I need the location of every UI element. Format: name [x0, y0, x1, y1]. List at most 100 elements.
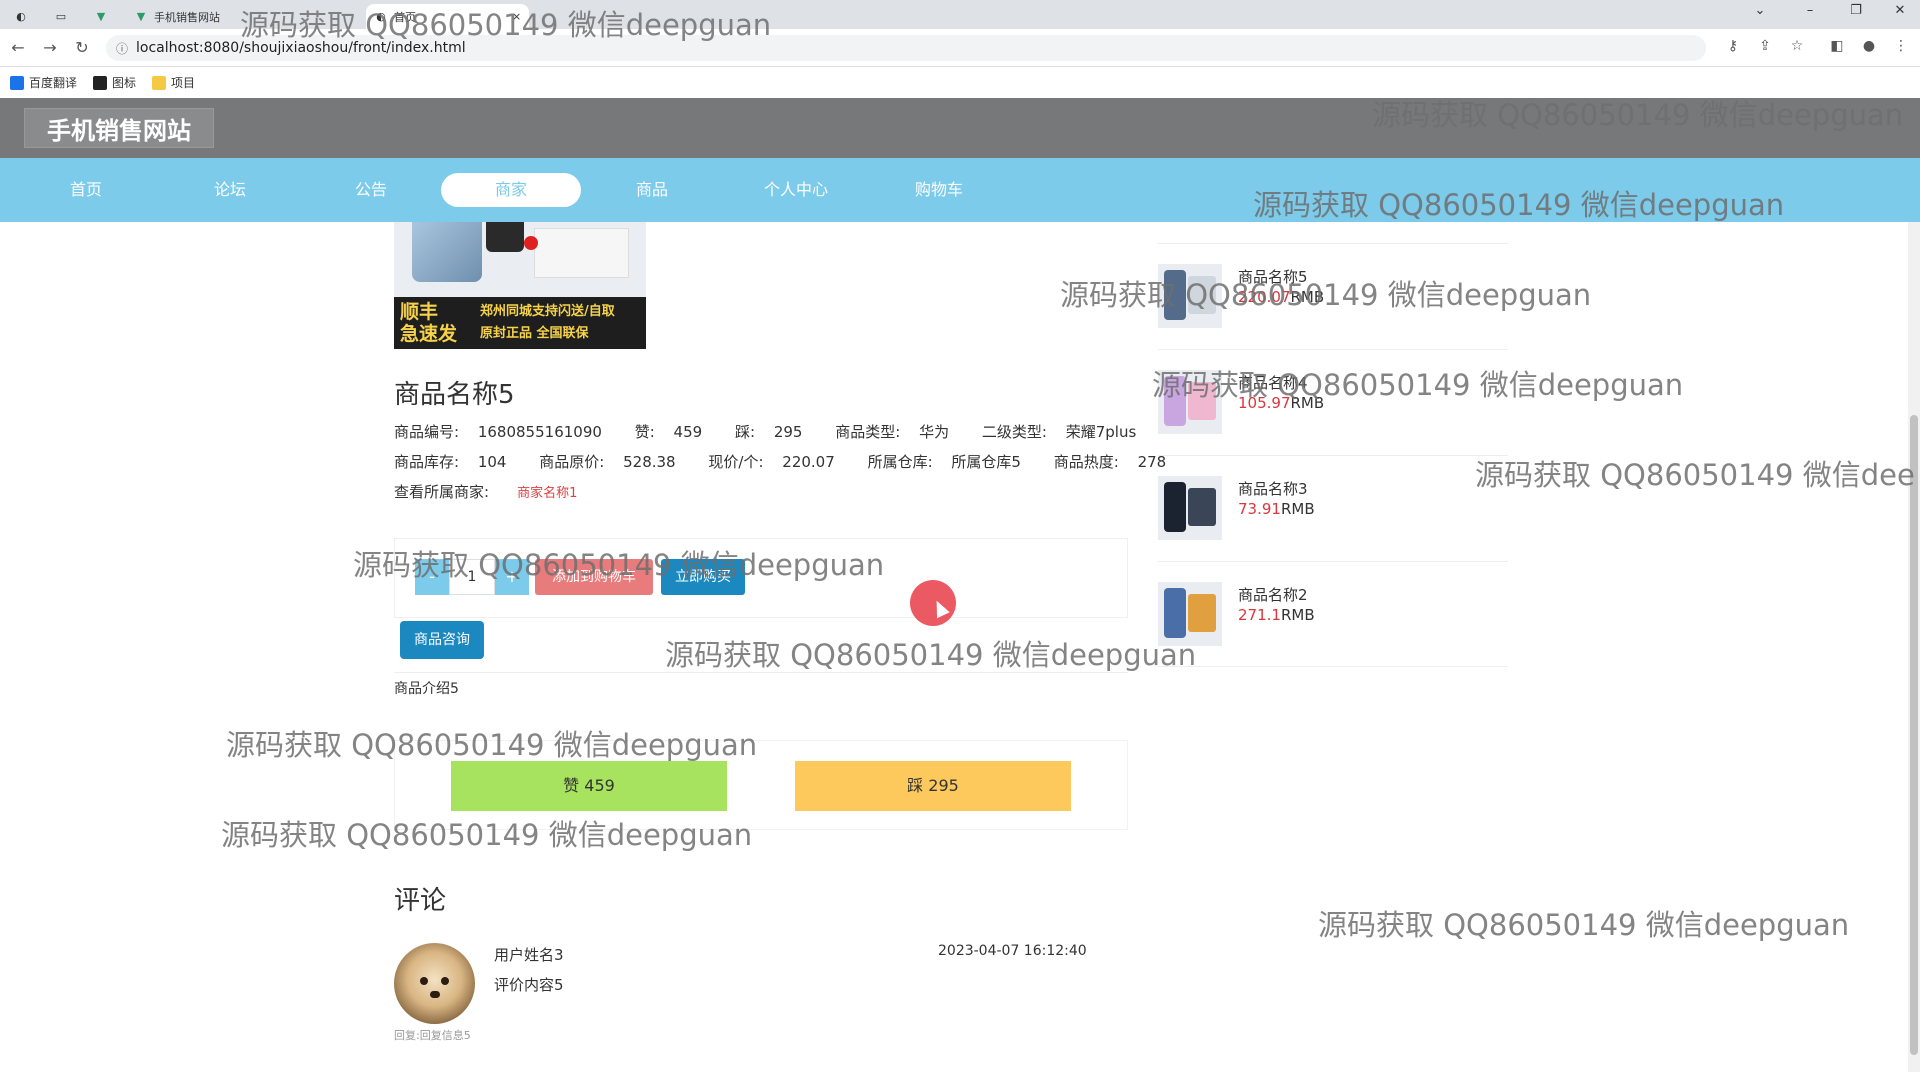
site-header: 手机销售网站 [0, 98, 1920, 158]
product-info-line-1: 商品编号: 1680855161090 赞: 459 踩: 295 商品类型: … [394, 421, 1164, 442]
price-unit: RMB [1280, 500, 1315, 518]
phone-image [486, 222, 524, 252]
browser-tab[interactable]: ▼ [86, 4, 116, 29]
dislike-button[interactable]: 踩 295 [795, 761, 1071, 811]
phone-image [1164, 376, 1186, 426]
recommend-item[interactable]: 商品名称5 220.07RMB [1158, 243, 1508, 349]
vue-icon: ▼ [136, 10, 146, 23]
recommend-thumb [1158, 476, 1222, 540]
likes-count: 459 [673, 423, 703, 441]
browser-tab[interactable]: ▼ 手机销售网站 [126, 4, 228, 29]
browser-tab[interactable]: ◐ [6, 4, 36, 29]
menu-icon[interactable]: ⋮ [1890, 38, 1912, 54]
quantity-input[interactable]: 1 [449, 559, 495, 595]
add-to-cart-button[interactable]: 添加到购物车 [535, 559, 653, 595]
phone-image [412, 222, 482, 282]
orig-price-label: 商品原价: [539, 453, 605, 471]
avatar [394, 943, 475, 1024]
tab-label: 首页 [394, 10, 416, 24]
image-icon [93, 75, 108, 90]
star-icon[interactable]: ☆ [1786, 38, 1808, 54]
recommend-price: 220.07RMB [1238, 288, 1324, 306]
minimize-icon[interactable]: – [1790, 3, 1830, 18]
back-icon[interactable]: ← [6, 38, 30, 57]
recommend-item[interactable]: 商品名称2 271.1RMB [1158, 561, 1508, 667]
bookmark-item[interactable]: 图标 [93, 74, 136, 91]
comment-reply: 回复:回复信息5 [394, 1029, 471, 1042]
nav-forum[interactable]: 论坛 [160, 173, 300, 207]
stock-value: 104 [477, 453, 507, 471]
globe-icon: ◐ [16, 10, 26, 23]
bookmark-label: 项目 [171, 76, 196, 90]
type-label: 商品类型: [835, 423, 901, 441]
restore-icon[interactable]: ❐ [1836, 3, 1876, 18]
dislikes-label: 踩: [734, 423, 756, 441]
orig-price: 528.38 [623, 453, 676, 471]
close-icon[interactable]: × [512, 10, 521, 23]
buy-now-button[interactable]: 立即购买 [661, 559, 745, 595]
quantity-minus-button[interactable]: - [415, 559, 449, 595]
nav-home[interactable]: 首页 [16, 173, 156, 207]
recommend-thumb [1158, 370, 1222, 434]
recommend-item[interactable]: 商品名称4 105.97RMB [1158, 349, 1508, 455]
product-code: 1680855161090 [477, 423, 602, 441]
vue-icon: ▼ [96, 10, 106, 23]
watermark: 源码获取 QQ86050149 微信dee [1475, 458, 1915, 492]
like-button[interactable]: 赞 459 [451, 761, 727, 811]
warehouse-label: 所属仓库: [867, 453, 933, 471]
bookmark-item[interactable]: 项目 [152, 74, 195, 91]
chevron-down-icon[interactable]: ⌄ [1740, 3, 1780, 18]
merchant-label: 查看所属商家: [394, 483, 490, 501]
merchant-line: 查看所属商家: 商家名称1 [394, 481, 591, 502]
browser-tab-active[interactable]: ◐ 首页 × [366, 4, 530, 29]
bookmark-item[interactable]: 百度翻译 [10, 74, 77, 91]
site-title[interactable]: 手机销售网站 [24, 108, 214, 148]
warehouse-value: 所属仓库5 [951, 453, 1021, 471]
watermark: 源码获取 QQ86050149 微信deepguan [665, 638, 1197, 672]
bookmark-label: 图标 [112, 76, 137, 90]
url-input[interactable]: ⓘ localhost:8080/shoujixiaoshou/front/in… [106, 35, 1706, 61]
share-icon[interactable]: ⇪ [1754, 38, 1776, 54]
nav-personal-center[interactable]: 个人中心 [726, 173, 866, 207]
scrollbar-thumb[interactable] [1910, 415, 1918, 1055]
recommend-item[interactable]: 商品名称3 73.91RMB [1158, 455, 1508, 561]
nav-cart[interactable]: 购物车 [869, 173, 1009, 207]
close-window-icon[interactable]: ✕ [1880, 3, 1920, 18]
price-value: 271.1 [1238, 606, 1281, 624]
subtype-label: 二级类型: [981, 423, 1047, 441]
product-name: 商品名称5 [394, 380, 515, 410]
merchant-link[interactable]: 商家名称1 [517, 486, 577, 501]
nav-merchant[interactable]: 商家 [441, 173, 581, 207]
reload-icon[interactable]: ↻ [70, 38, 94, 57]
accessories-image [534, 228, 629, 278]
product-image[interactable]: 顺丰 急速发 郑州同城支持闪送/自取 原封正品 全国联保 [394, 222, 646, 349]
banner-right-text: 郑州同城支持闪送/自取 原封正品 全国联保 [480, 304, 615, 341]
bookmark-label: 百度翻译 [29, 76, 78, 90]
key-icon[interactable]: ⚷ [1722, 38, 1744, 54]
side-panel-icon[interactable]: ◧ [1826, 38, 1848, 54]
comment-user: 用户姓名3 [494, 946, 564, 964]
avatar-nose [430, 991, 440, 998]
nav-notice[interactable]: 公告 [301, 173, 441, 207]
recommend-thumb [1158, 582, 1222, 646]
price-value: 220.07 [1238, 288, 1291, 306]
recommend-thumb [1158, 264, 1222, 328]
price-unit: RMB [1280, 606, 1315, 624]
avatar-eye [441, 977, 449, 985]
recommend-name: 商品名称2 [1238, 586, 1308, 604]
code-label: 商品编号: [394, 423, 460, 441]
divider [394, 672, 1128, 673]
quantity-plus-button[interactable]: + [495, 559, 529, 595]
recommend-price: 73.91RMB [1238, 500, 1315, 518]
comment-time: 2023-04-07 16:12:40 [938, 943, 1087, 959]
nav-products[interactable]: 商品 [582, 173, 722, 207]
product-subtype: 荣耀7plus [1065, 423, 1137, 441]
product-consult-button[interactable]: 商品咨询 [400, 621, 484, 659]
profile-icon[interactable]: ● [1858, 38, 1880, 54]
browser-tab[interactable]: ▭ [46, 4, 76, 29]
current-price: 220.07 [782, 453, 835, 471]
price-unit: RMB [1290, 288, 1325, 306]
comments-title: 评论 [394, 886, 447, 916]
forward-icon[interactable]: → [38, 38, 62, 57]
stock-label: 商品库存: [394, 453, 460, 471]
